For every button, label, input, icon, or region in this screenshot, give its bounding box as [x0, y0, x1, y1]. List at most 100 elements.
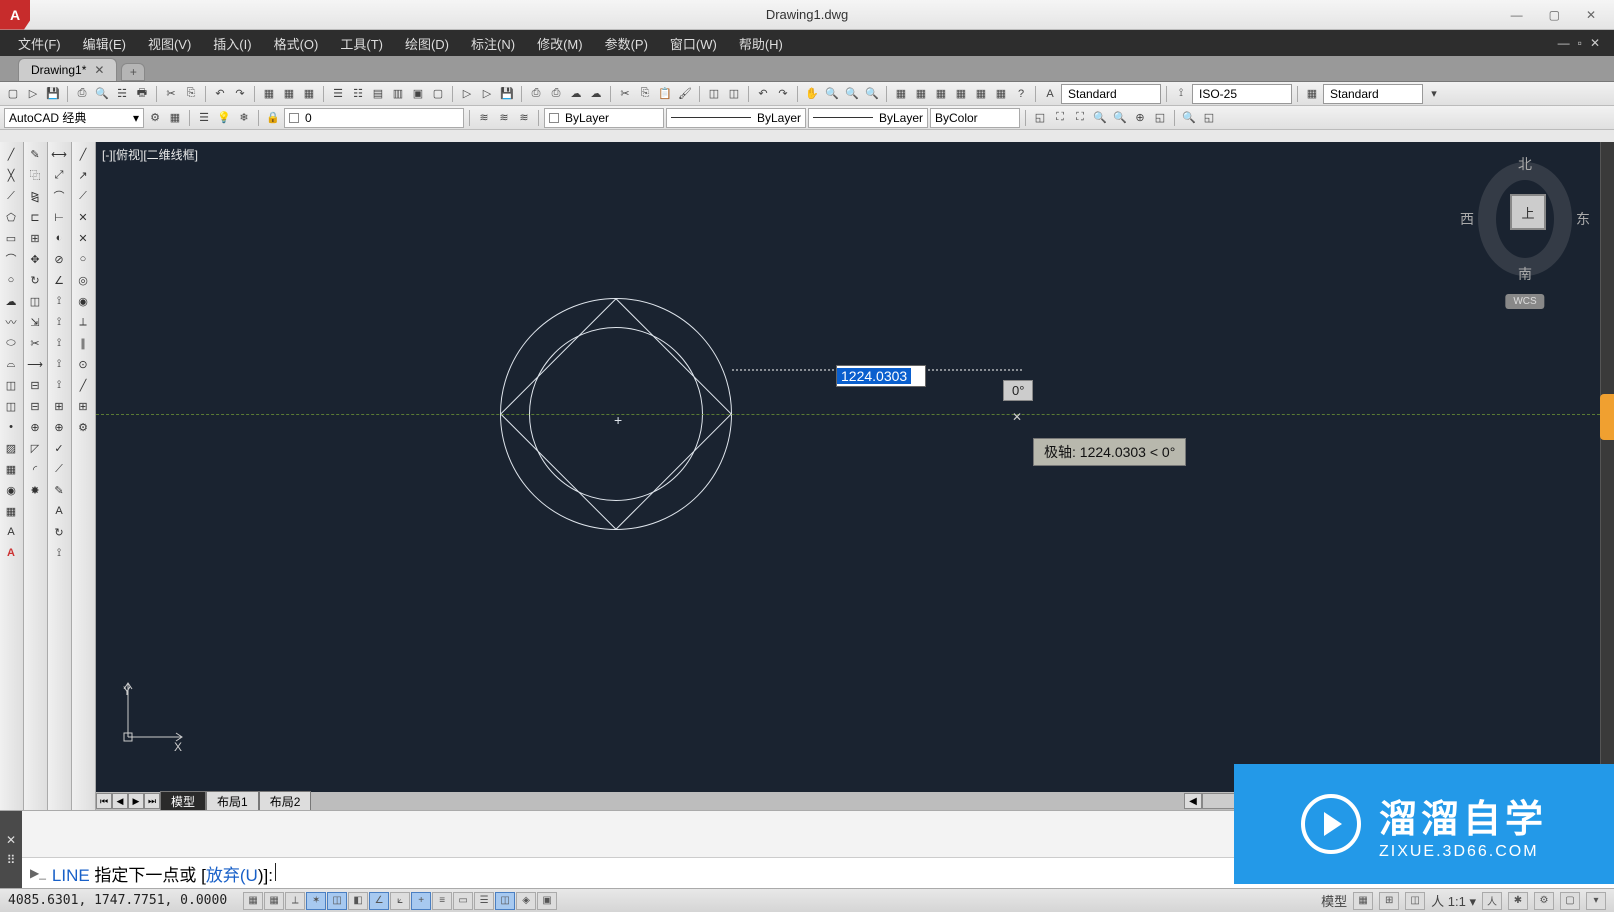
move-icon[interactable]: ✥	[24, 249, 46, 269]
tablestyle-icon[interactable]: ▦	[1303, 85, 1321, 103]
et14-icon[interactable]: ⚙	[72, 417, 94, 437]
nav3-icon[interactable]: ⛶	[1071, 109, 1089, 127]
inspect-icon[interactable]: ✓	[48, 438, 70, 458]
open3-icon[interactable]: ▷	[478, 85, 496, 103]
tab-close-icon[interactable]: ✕	[94, 63, 104, 77]
hscroll-left-icon[interactable]: ◀	[1184, 793, 1202, 809]
construction-line-icon[interactable]: ╳	[0, 165, 22, 185]
hatch-icon[interactable]: ▨	[0, 438, 22, 458]
spline-icon[interactable]: 〰	[0, 312, 22, 332]
viewcube-south[interactable]: 南	[1518, 264, 1532, 284]
sb-r1-icon[interactable]: ▦	[1353, 892, 1373, 910]
block2-icon[interactable]: ◫	[725, 85, 743, 103]
grid-icon[interactable]: ▦	[260, 85, 278, 103]
print2-icon[interactable]: ⎙	[527, 85, 545, 103]
tpy-toggle[interactable]: ▭	[453, 892, 473, 910]
offset-icon[interactable]: ⊏	[24, 207, 46, 227]
et11-icon[interactable]: ⊙	[72, 354, 94, 374]
pan-icon[interactable]: ✋	[803, 85, 821, 103]
table-icon[interactable]: ▦	[0, 501, 22, 521]
sc-toggle[interactable]: ◫	[495, 892, 515, 910]
sb-r4-icon[interactable]: 人	[1482, 892, 1502, 910]
design-center-icon[interactable]: ☷	[349, 85, 367, 103]
et8-icon[interactable]: ◉	[72, 291, 94, 311]
std-more-icon[interactable]: ▾	[1425, 85, 1443, 103]
linetype-select[interactable]: ByLayer	[666, 108, 806, 128]
layout-first-icon[interactable]: ⏮	[96, 793, 112, 809]
open2-icon[interactable]: ▷	[458, 85, 476, 103]
model-toggle[interactable]: ▣	[537, 892, 557, 910]
am-toggle[interactable]: ◈	[516, 892, 536, 910]
grid-toggle[interactable]: ▦	[264, 892, 284, 910]
cut2-icon[interactable]: ✂	[616, 85, 634, 103]
command-option[interactable]: 放弃(U	[206, 866, 258, 885]
menu-view[interactable]: 视图(V)	[138, 31, 201, 56]
nav1-icon[interactable]: ◱	[1031, 109, 1049, 127]
dim-break-icon[interactable]: ⟟	[48, 375, 70, 395]
et12-icon[interactable]: ╱	[72, 375, 94, 395]
gradient-icon[interactable]: ▦	[0, 459, 22, 479]
circle-icon[interactable]: ○	[0, 270, 22, 290]
break-point-icon[interactable]: ⊟	[24, 375, 46, 395]
viewcube[interactable]: 上 北 东 南 西 WCS	[1470, 154, 1580, 284]
props-icon[interactable]: ☰	[329, 85, 347, 103]
3dosnap-toggle[interactable]: ◧	[348, 892, 368, 910]
center-mark-icon[interactable]: ⊕	[48, 417, 70, 437]
command-chevron-icon[interactable]: ▶_	[30, 866, 46, 880]
grid3-icon[interactable]: ▦	[300, 85, 318, 103]
help-icon[interactable]: ?	[1012, 85, 1030, 103]
qp-toggle[interactable]: ☰	[474, 892, 494, 910]
open-icon[interactable]: ▷	[24, 85, 42, 103]
viewcube-face-top[interactable]: 上	[1510, 194, 1546, 230]
paste-icon[interactable]: 📋	[656, 85, 674, 103]
redo2-icon[interactable]: ↷	[774, 85, 792, 103]
command-handle[interactable]: ✕ ⠿	[0, 811, 22, 888]
palette4-icon[interactable]: ▦	[952, 85, 970, 103]
preview-icon[interactable]: 🔍	[93, 85, 111, 103]
addsel-icon[interactable]: A	[0, 543, 22, 563]
new-tab-button[interactable]: +	[121, 63, 145, 81]
new-icon[interactable]: ▢	[4, 85, 22, 103]
close-button[interactable]: ✕	[1586, 8, 1596, 22]
layout-tab-model[interactable]: 模型	[160, 791, 206, 810]
ellipse-icon[interactable]: ⬭	[0, 333, 22, 353]
layer-tool2-icon[interactable]: ≋	[495, 109, 513, 127]
plotstyle-select[interactable]: ByColor	[930, 108, 1020, 128]
dim-quick-icon[interactable]: ⟟	[48, 291, 70, 311]
nav4-icon[interactable]: 🔍	[1091, 109, 1109, 127]
publish-icon[interactable]: ☵	[113, 85, 131, 103]
layer-on-icon[interactable]: 💡	[215, 109, 233, 127]
sb-r2-icon[interactable]: ⊞	[1379, 892, 1399, 910]
sb-r3-icon[interactable]: ◫	[1405, 892, 1425, 910]
fillet-icon[interactable]: ◜	[24, 459, 46, 479]
dim-continue-icon[interactable]: ⟟	[48, 333, 70, 353]
dim-diameter-icon[interactable]: ⊘	[48, 249, 70, 269]
et9-icon[interactable]: ⟂	[72, 312, 94, 332]
palette3-icon[interactable]: ▦	[932, 85, 950, 103]
ortho-toggle[interactable]: ⟂	[285, 892, 305, 910]
point-icon[interactable]: •	[0, 417, 22, 437]
sheet-set-icon[interactable]: ▥	[389, 85, 407, 103]
erase-icon[interactable]: ✎	[24, 144, 46, 164]
et13-icon[interactable]: ⊞	[72, 396, 94, 416]
region-icon[interactable]: ◉	[0, 480, 22, 500]
palette1-icon[interactable]: ▦	[892, 85, 910, 103]
sb-r5-icon[interactable]: ✱	[1508, 892, 1528, 910]
ellipse-arc-icon[interactable]: ⌓	[0, 354, 22, 374]
osnap-toggle[interactable]: ◫	[327, 892, 347, 910]
side-panel-handle[interactable]	[1600, 394, 1614, 440]
jogged-icon[interactable]: ⟋	[48, 459, 70, 479]
markup-icon[interactable]: ▣	[409, 85, 427, 103]
coordinate-display[interactable]: 4085.6301, 1747.7751, 0.0000	[8, 893, 227, 908]
polyline-icon[interactable]: ⟋	[0, 186, 22, 206]
line-icon[interactable]: ╱	[0, 144, 22, 164]
explode-icon[interactable]: ✸	[24, 480, 46, 500]
tool-palette-icon[interactable]: ▤	[369, 85, 387, 103]
arc-icon[interactable]: ⌒	[0, 249, 22, 269]
save-icon[interactable]: 💾	[44, 85, 62, 103]
workspace-save-icon[interactable]: ▦	[166, 109, 184, 127]
dimstyle-icon[interactable]: ⟟	[1172, 85, 1190, 103]
rotate-icon[interactable]: ↻	[24, 270, 46, 290]
command-name[interactable]: LINE	[52, 866, 90, 885]
rectangle-icon[interactable]: ▭	[0, 228, 22, 248]
